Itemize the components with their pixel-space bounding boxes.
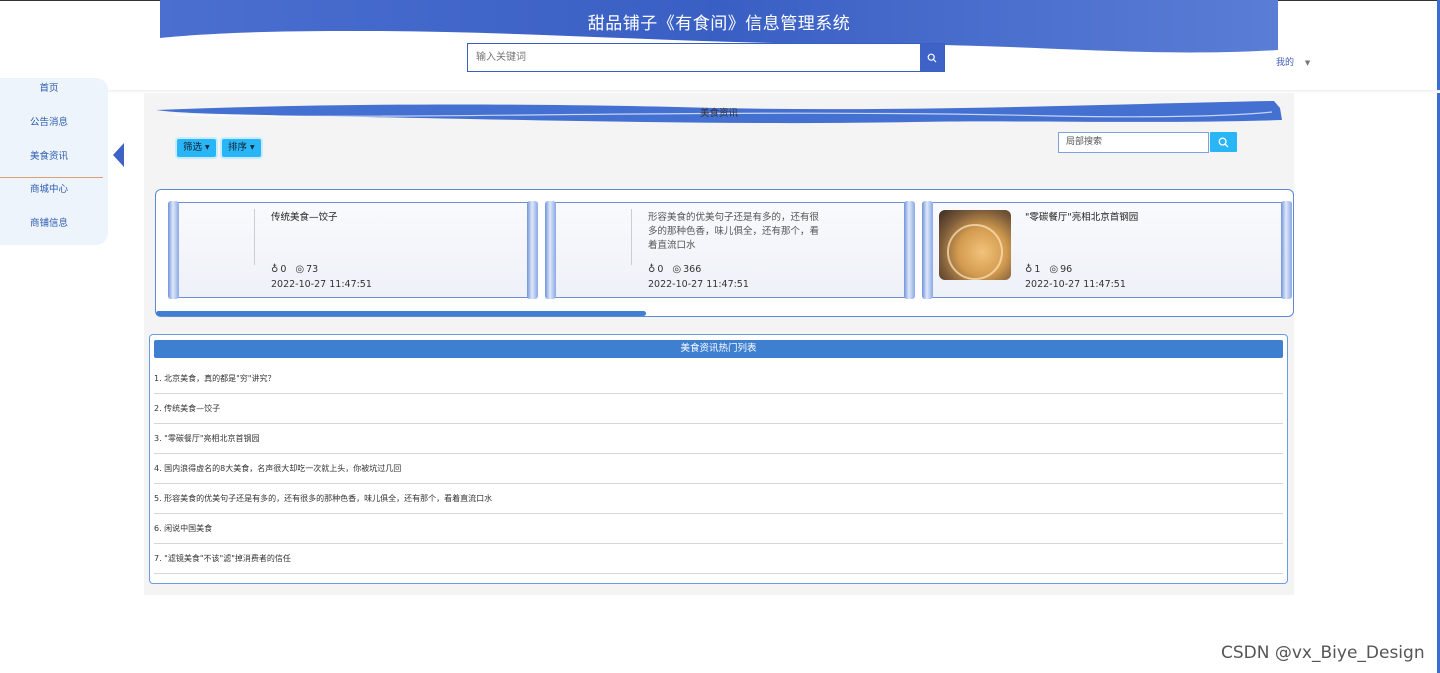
caret-down-icon: ▼ xyxy=(250,144,255,151)
hot-list-item[interactable]: 7. "滤镜美食"不该"滤"掉消费者的信任 xyxy=(154,544,1283,574)
sidebar-divider xyxy=(0,177,103,178)
hot-list-panel: 美食资讯热门列表 1. 北京美食，真的都是"穷"讲究？ 2. 传统美食—饺子 3… xyxy=(149,334,1288,584)
view-count: 96 xyxy=(1060,264,1073,275)
sidebar-item-announcements[interactable]: 公告消息 xyxy=(0,114,98,128)
news-card[interactable]: "零碳餐厅"亮相北京首钢园 ♁ 1 ◎ 96 2022-10-27 11:47:51 xyxy=(922,201,1292,299)
card-divider xyxy=(254,209,255,265)
thumbs-up-icon: ♁ xyxy=(271,264,279,275)
search-icon xyxy=(927,53,937,62)
local-search-input[interactable]: 局部搜索 xyxy=(1058,132,1209,153)
global-search-button[interactable] xyxy=(920,44,944,71)
news-card-stats: ♁ 0 ◎ 366 xyxy=(648,264,701,275)
sidebar: 首页 公告消息 美食资讯 商城中心 商铺信息 xyxy=(0,78,108,245)
hot-list-item[interactable]: 2. 传统美食—饺子 xyxy=(154,394,1283,424)
news-card-title: "零碳餐厅"亮相北京首钢园 xyxy=(1025,212,1139,223)
sidebar-item-food-news[interactable]: 美食资讯 xyxy=(0,148,98,162)
news-carousel: 传统美食—饺子 ♁ 0 ◎ 73 2022-10-27 11:47:51 形容美食的… xyxy=(155,189,1294,317)
main-content: 美食资讯 筛选 ▼ 排序 ▼ 局部搜索 传统美食—饺子 ♁ 0 ◎ 73 2022-10… xyxy=(144,93,1294,595)
eye-icon: ◎ xyxy=(1049,264,1059,275)
sort-label: 排序 xyxy=(228,142,248,153)
like-count: 0 xyxy=(657,264,664,275)
global-search-input[interactable] xyxy=(468,44,920,71)
account-menu-label: 我的 xyxy=(1276,58,1295,68)
like-count: 0 xyxy=(280,264,287,275)
view-count: 73 xyxy=(306,264,319,275)
sidebar-active-indicator xyxy=(113,143,124,167)
view-count: 366 xyxy=(683,264,702,275)
news-card-stats: ♁ 0 ◎ 73 xyxy=(271,264,318,275)
hot-list-title: 美食资讯热门列表 xyxy=(154,340,1283,358)
news-card-date: 2022-10-27 11:47:51 xyxy=(1025,279,1126,290)
sidebar-item-mall[interactable]: 商城中心 xyxy=(0,181,98,195)
sidebar-item-shops[interactable]: 商铺信息 xyxy=(0,215,98,229)
hot-list-item[interactable]: 4. 国内浪得虚名的8大美食，名声很大却吃一次就上头，你被坑过几回 xyxy=(154,454,1283,484)
news-card[interactable]: 形容美食的优美句子还是有多的，还有很多的那种色香，味儿俱全，还有那个，看着直流口… xyxy=(545,201,915,299)
hot-list-item[interactable]: 5. 形容美食的优美句子还是有多的，还有很多的那种色香，味儿俱全，还有那个，看着… xyxy=(154,484,1283,514)
sidebar-item-home[interactable]: 首页 xyxy=(0,80,98,94)
global-search-bar xyxy=(467,43,945,72)
eye-icon: ◎ xyxy=(295,264,305,275)
card-divider xyxy=(631,209,632,265)
watermark-text: CSDN @vx_Biye_Design xyxy=(1221,643,1425,663)
image-decoration xyxy=(947,224,1003,280)
news-card-stats: ♁ 1 ◎ 96 xyxy=(1025,264,1072,275)
section-banner: 美食资讯 xyxy=(154,98,1284,132)
account-menu[interactable]: 我的 ▼ xyxy=(1276,55,1310,68)
news-card-image xyxy=(939,210,1011,280)
news-card[interactable]: 传统美食—饺子 ♁ 0 ◎ 73 2022-10-27 11:47:51 xyxy=(168,201,538,299)
news-card-date: 2022-10-27 11:47:51 xyxy=(271,279,372,290)
like-count: 1 xyxy=(1034,264,1041,275)
thumbs-up-icon: ♁ xyxy=(648,264,656,275)
search-icon xyxy=(1218,137,1229,147)
hot-list-item[interactable]: 3. "零碳餐厅"亮相北京首钢园 xyxy=(154,424,1283,454)
news-card-title: 形容美食的优美句子还是有多的，还有很多的那种色香，味儿俱全，还有那个，看着直流口… xyxy=(648,212,820,251)
eye-icon: ◎ xyxy=(672,264,682,275)
thumbs-up-icon: ♁ xyxy=(1025,264,1033,275)
app-title: 甜品铺子《有食间》信息管理系统 xyxy=(587,14,851,34)
caret-down-icon: ▼ xyxy=(205,144,210,151)
hot-list-item[interactable]: 6. 闲说中国美食 xyxy=(154,514,1283,544)
news-card-date: 2022-10-27 11:47:51 xyxy=(648,279,749,290)
local-search-button[interactable] xyxy=(1210,132,1237,152)
news-card-title: 传统美食—饺子 xyxy=(271,212,338,223)
filter-dropdown-button[interactable]: 筛选 ▼ xyxy=(177,139,216,157)
filter-label: 筛选 xyxy=(183,142,203,153)
sort-dropdown-button[interactable]: 排序 ▼ xyxy=(222,139,261,157)
section-title: 美食资讯 xyxy=(699,108,738,119)
caret-down-icon: ▼ xyxy=(1304,59,1311,67)
carousel-scrollbar[interactable] xyxy=(156,311,646,316)
hot-list-item[interactable]: 1. 北京美食，真的都是"穷"讲究？ xyxy=(154,364,1283,394)
